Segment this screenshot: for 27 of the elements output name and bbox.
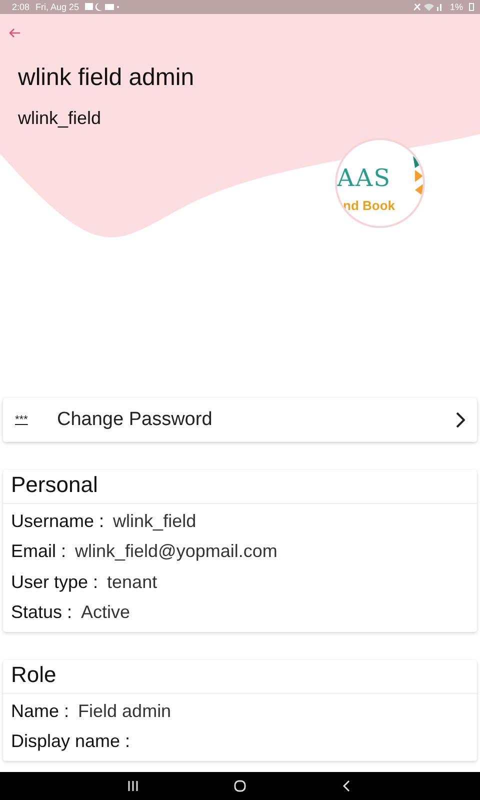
field-label: Display name : — [11, 731, 130, 752]
field-value: Active — [81, 602, 130, 624]
field-label: Name : — [11, 700, 70, 722]
home-icon[interactable] — [234, 780, 246, 792]
battery-percent: 1% — [450, 2, 463, 12]
change-password-button[interactable]: *** Change Password — [3, 398, 477, 442]
field-label: User type : — [11, 572, 98, 593]
profile-username: wlink_field — [18, 108, 102, 129]
field-value: wlink_field@yopmail.com — [75, 541, 278, 562]
section-title: Role — [3, 660, 477, 694]
section-title: Personal — [3, 470, 477, 504]
notification-icons — [85, 3, 120, 11]
profile-name: wlink field admin — [18, 64, 194, 92]
recents-icon[interactable] — [127, 780, 139, 792]
field-label: Username : — [11, 510, 104, 532]
status-time: 2:08 — [12, 2, 30, 12]
battery-icon — [469, 3, 474, 11]
field-label: Status : — [11, 602, 72, 624]
chevron-right-icon — [455, 412, 465, 428]
field-value: Field admin — [78, 700, 172, 722]
signal-icons — [414, 3, 444, 11]
field-value: wlink_field — [113, 510, 196, 532]
field-value: tenant — [107, 572, 158, 593]
arrow-left-icon — [9, 28, 21, 38]
field-label: Email : — [11, 541, 66, 562]
logo-text: AAS — [337, 164, 392, 192]
status-date: Fri, Aug 25 — [36, 2, 80, 12]
